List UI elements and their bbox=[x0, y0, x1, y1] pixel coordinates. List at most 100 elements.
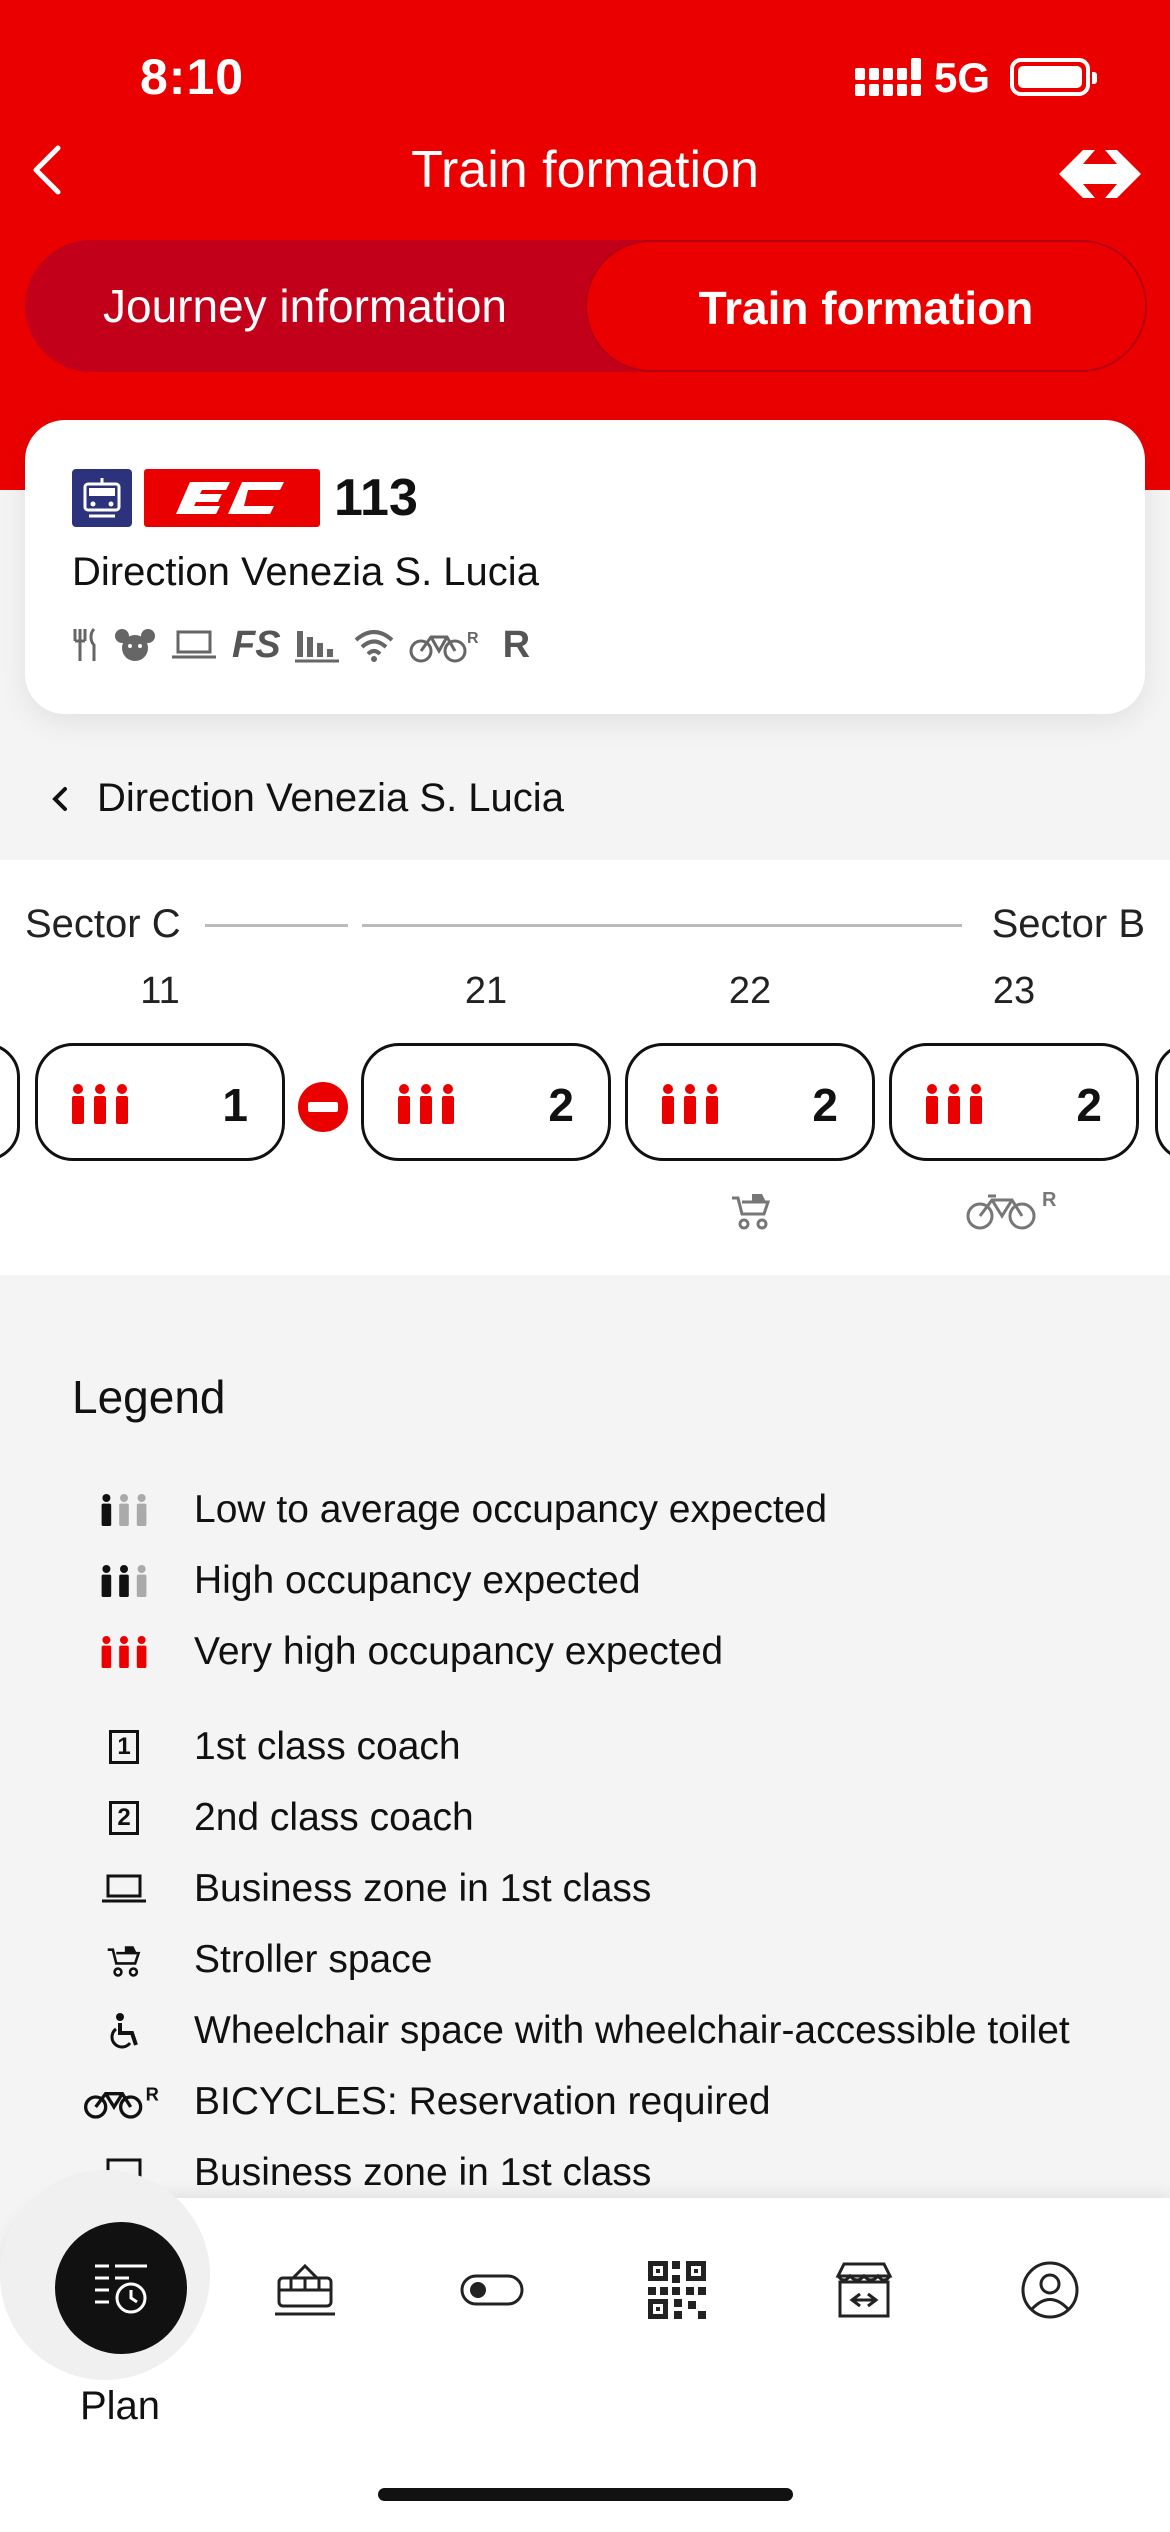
battery-icon bbox=[1010, 58, 1097, 96]
train-formation-strip: Sector C Sector B 11 21 22 23 1 2 2 2 R bbox=[0, 860, 1170, 1275]
coach-number: 23 bbox=[992, 970, 1036, 1012]
legend-label: Business zone in 1st class bbox=[194, 2151, 652, 2194]
legend-label: BICYCLES: Reservation required bbox=[194, 2080, 771, 2123]
toggle-icon bbox=[460, 2274, 524, 2306]
home-indicator bbox=[378, 2488, 793, 2501]
sector-line bbox=[205, 924, 348, 927]
tab-plan-label: Plan bbox=[79, 2384, 161, 2428]
no-passage-icon bbox=[298, 1082, 348, 1132]
coach-number: 21 bbox=[464, 970, 508, 1012]
sector-end-label: Sector B bbox=[991, 902, 1145, 946]
coach-card[interactable]: 1 bbox=[35, 1043, 285, 1161]
legend-label: 2nd class coach bbox=[194, 1796, 474, 1839]
reservation-label: R bbox=[502, 623, 531, 666]
coach-number: 22 bbox=[728, 970, 772, 1012]
coach-class: 2 bbox=[1076, 1079, 1102, 1131]
coach-partial[interactable] bbox=[0, 1043, 20, 1161]
occupancy-very-high-icon bbox=[101, 1636, 147, 1668]
legend-item: Stroller space bbox=[72, 1930, 432, 1990]
legend-label: Stroller space bbox=[194, 1938, 433, 1981]
legend-item: Wheelchair space with wheelchair-accessi… bbox=[72, 2001, 1070, 2061]
coach-card[interactable]: 2 bbox=[625, 1043, 875, 1161]
train-title-row: 113 bbox=[72, 468, 418, 528]
laptop-icon bbox=[102, 1874, 146, 1903]
svg-text:R: R bbox=[1042, 1190, 1057, 1211]
sbb-logo-icon bbox=[1059, 150, 1141, 198]
legend-item: Very high occupancy expected bbox=[72, 1622, 723, 1682]
train-number: 113 bbox=[334, 469, 418, 527]
tab-journey-information[interactable]: Journey information bbox=[25, 240, 585, 372]
second-class-icon: 2 bbox=[109, 1801, 139, 1835]
legend-label: Wheelchair space with wheelchair-accessi… bbox=[194, 2009, 1070, 2052]
signal-icon bbox=[855, 58, 921, 96]
coach-number: 11 bbox=[140, 970, 180, 1012]
tab-train-formation[interactable]: Train formation bbox=[585, 240, 1147, 372]
shop-icon bbox=[835, 2262, 893, 2318]
tab-plan[interactable] bbox=[55, 2222, 187, 2354]
train-direction: Direction Venezia S. Lucia bbox=[72, 550, 539, 594]
legend-item: 2 2nd class coach bbox=[72, 1788, 474, 1848]
stroller-icon bbox=[107, 1946, 141, 1977]
status-time: 8:10 bbox=[140, 49, 245, 105]
qr-code-icon bbox=[648, 2261, 706, 2319]
legend-label: Very high occupancy expected bbox=[194, 1630, 724, 1673]
coach-partial[interactable] bbox=[1155, 1043, 1170, 1161]
legend-label: Business zone in 1st class bbox=[194, 1867, 652, 1910]
occupancy-very-high-icon bbox=[926, 1084, 982, 1124]
coach-card[interactable]: 2 bbox=[361, 1043, 611, 1161]
ec-logo-icon bbox=[176, 482, 284, 514]
svg-text:R: R bbox=[467, 630, 479, 647]
business-icon bbox=[294, 631, 339, 663]
legend-label: Low to average occupancy expected bbox=[194, 1488, 828, 1531]
fs-label: FS bbox=[232, 623, 281, 666]
legend-item: R BICYCLES: Reservation required bbox=[72, 2072, 771, 2132]
direction-toggle[interactable]: Direction Venezia S. Lucia bbox=[45, 776, 564, 821]
bicycle-reservation-icon: R bbox=[409, 630, 479, 663]
restaurant-icon bbox=[73, 627, 96, 661]
direction-link-label: Direction Venezia S. Lucia bbox=[97, 776, 564, 820]
laptop-icon bbox=[172, 630, 216, 659]
plan-icon bbox=[95, 2264, 147, 2314]
segmented-control: Journey information Train formation bbox=[25, 240, 1147, 372]
legend-item: 1 1st class coach bbox=[72, 1717, 461, 1777]
occupancy-low-icon bbox=[101, 1494, 147, 1526]
legend-item: High occupancy expected bbox=[72, 1551, 641, 1611]
legend-item: Business zone in 1st class bbox=[72, 1859, 651, 1919]
occupancy-high-icon bbox=[101, 1565, 147, 1597]
tab-toggle[interactable] bbox=[460, 2258, 524, 2322]
profile-icon bbox=[1021, 2261, 1079, 2319]
header: 8:10 5G Train formation Journey informat… bbox=[0, 0, 1170, 490]
chevron-left-icon bbox=[52, 786, 67, 811]
occupancy-very-high-icon bbox=[72, 1084, 128, 1124]
coach-class: 2 bbox=[548, 1079, 574, 1131]
coach-class: 1 bbox=[222, 1079, 248, 1131]
tab-train[interactable] bbox=[273, 2258, 337, 2322]
status-bar: 8:10 5G bbox=[0, 0, 1170, 150]
legend-title: Legend bbox=[72, 1371, 226, 1423]
page-title: Train formation bbox=[411, 141, 759, 199]
train-icon bbox=[275, 2263, 335, 2316]
train-icon bbox=[72, 469, 132, 527]
tab-profile[interactable] bbox=[1018, 2258, 1082, 2322]
sector-line bbox=[362, 924, 962, 927]
tab-tickets[interactable] bbox=[645, 2258, 709, 2322]
first-class-icon: 1 bbox=[109, 1730, 139, 1764]
coach-class: 2 bbox=[812, 1079, 838, 1131]
legend-item: Low to average occupancy expected bbox=[72, 1480, 827, 1540]
occupancy-very-high-icon bbox=[398, 1084, 454, 1124]
train-card: 113 Direction Venezia S. Lucia FS R R bbox=[25, 420, 1145, 714]
wifi-icon bbox=[354, 630, 393, 662]
bicycle-reservation-icon: R bbox=[84, 2084, 159, 2119]
network-label: 5G bbox=[934, 54, 991, 101]
stroller-icon bbox=[732, 1194, 771, 1230]
bicycle-reservation-icon: R bbox=[966, 1190, 1057, 1230]
svg-text:R: R bbox=[146, 2084, 159, 2104]
wheelchair-icon bbox=[110, 2013, 138, 2049]
tab-shop[interactable] bbox=[832, 2258, 896, 2322]
legend-label: High occupancy expected bbox=[194, 1559, 641, 1602]
occupancy-very-high-icon bbox=[662, 1084, 718, 1124]
sector-start-label: Sector C bbox=[25, 902, 181, 946]
train-category-badge bbox=[144, 469, 320, 527]
coach-card[interactable]: 2 bbox=[889, 1043, 1139, 1161]
family-icon bbox=[115, 629, 155, 661]
